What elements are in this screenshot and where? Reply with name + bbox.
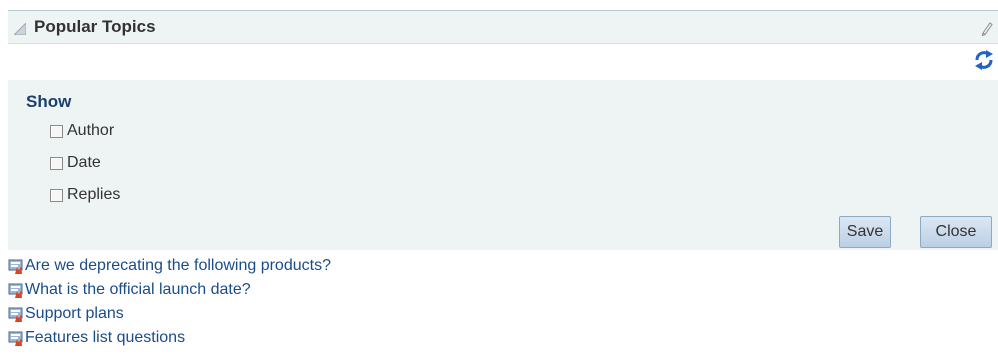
author-checkbox[interactable]	[50, 124, 63, 138]
display-options-panel: Show Author Date Replies Save Close	[8, 80, 998, 250]
pencil-icon[interactable]	[980, 20, 994, 36]
show-label: Show	[26, 92, 72, 111]
replies-label: Replies	[67, 186, 121, 203]
list-item: Features list questions	[8, 326, 331, 350]
topic-link[interactable]: Features list questions	[25, 329, 185, 347]
topic-icon	[8, 283, 23, 298]
close-button[interactable]: Close	[920, 216, 992, 248]
save-button[interactable]: Save	[839, 216, 891, 248]
replies-option[interactable]: Replies	[50, 185, 120, 205]
list-item: Are we deprecating the following product…	[8, 254, 331, 278]
topic-list: Are we deprecating the following product…	[8, 254, 331, 350]
date-checkbox[interactable]	[50, 156, 63, 170]
author-label: Author	[67, 122, 115, 139]
date-label: Date	[67, 154, 101, 171]
topic-icon	[8, 307, 23, 322]
topic-icon	[8, 259, 23, 274]
collapse-triangle-icon[interactable]	[14, 23, 26, 35]
panel-title: Popular Topics	[34, 17, 156, 36]
list-item: Support plans	[8, 302, 331, 326]
topic-link[interactable]: Support plans	[25, 305, 124, 323]
list-item: What is the official launch date?	[8, 278, 331, 302]
author-option[interactable]: Author	[50, 121, 114, 141]
topic-link[interactable]: Are we deprecating the following product…	[25, 257, 331, 275]
topic-icon	[8, 331, 23, 346]
topic-link[interactable]: What is the official launch date?	[25, 281, 251, 299]
refresh-icon[interactable]	[974, 49, 994, 71]
replies-checkbox[interactable]	[50, 188, 63, 202]
date-option[interactable]: Date	[50, 153, 101, 173]
panel-header: Popular Topics	[8, 10, 998, 44]
